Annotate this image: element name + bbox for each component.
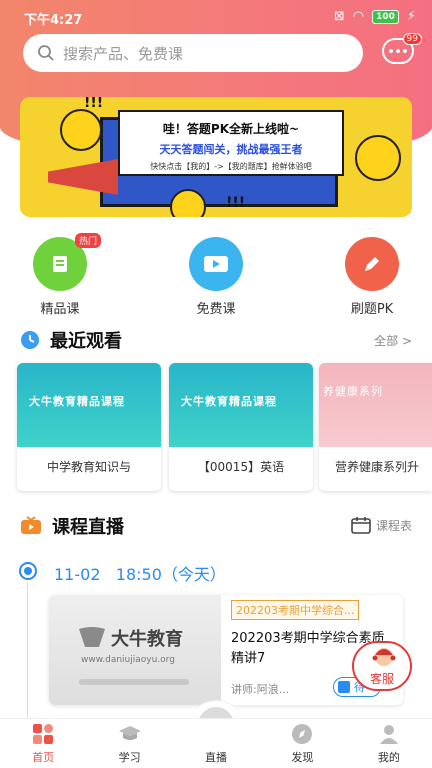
message-count-badge: 99 (402, 33, 422, 45)
live-title-text: 课程直播 (52, 517, 124, 538)
recent-course-card[interactable]: 大牛教育精品课程 【00015】英语 (169, 363, 313, 491)
course-caption: 【00015】英语 (197, 460, 285, 474)
thumbnail-title: 大牛教育精品课程 (181, 395, 277, 408)
banner-panel: 哇！答题PK全新上线啦~ 天天答题闯关，挑战最强王者 快快点击【我的】->【我的… (118, 110, 344, 176)
banner-exclaim: !!! (226, 195, 246, 211)
schedule-label: 课程表 (375, 518, 412, 533)
course-thumbnail: 养健康系列 (319, 363, 432, 447)
user-icon (346, 723, 432, 745)
book-icon: 热门 (33, 233, 101, 291)
wifi-icon: ◠ (352, 9, 365, 24)
quick-link-premium-courses[interactable]: 热门 精品课 (0, 233, 120, 317)
tv-icon (21, 516, 41, 534)
customer-service-label: 客服 (369, 672, 394, 686)
course-thumbnail: 大牛教育精品课程 (169, 363, 313, 447)
surprised-emoji-icon (355, 135, 401, 181)
megaphone-icon (48, 159, 118, 195)
schedule-button[interactable]: 课程表 (351, 516, 412, 534)
smiley-emoji-icon (170, 189, 206, 217)
course-tag: 202203考期中学综合... (231, 600, 360, 620)
tab-study[interactable]: 学习 (86, 719, 172, 768)
live-thumbnail: 大牛教育 www.daniujiaoyu.org (49, 595, 221, 705)
course-caption: 营养健康系列升 (335, 460, 420, 474)
clock-icon (21, 331, 39, 349)
tab-label: 直播 (205, 751, 228, 764)
video-play-icon (189, 237, 243, 291)
live-course-card[interactable]: 大牛教育 www.daniujiaoyu.org 202203考期中学综合...… (49, 595, 403, 705)
live-time: 18:50（今天） (115, 565, 226, 584)
live-brand-url: www.daniujiaoyu.org (81, 655, 175, 665)
recent-view-all-link[interactable]: 全部 > (374, 332, 412, 349)
search-icon (38, 45, 54, 61)
tab-live[interactable]: 直播 (173, 719, 259, 768)
recent-course-card[interactable]: 养健康系列 营养健康系列升 (319, 363, 432, 491)
course-caption: 中学教育知识与 (46, 460, 131, 474)
quick-link-quiz-pk[interactable]: 刷题PK (312, 237, 432, 317)
daniu-logo-icon (79, 627, 105, 647)
laughing-emoji-icon (60, 109, 102, 151)
recent-section-title: 最近观看 (20, 327, 122, 353)
timeline-dot-icon (19, 562, 37, 580)
bottom-tab-bar: 首页 学习 直播 发现 我的 (0, 718, 432, 768)
status-icons: ⊠ ◠ 100 ⚡ (334, 9, 416, 24)
search-placeholder: 搜索产品、免费课 (63, 44, 184, 63)
live-date: 11-02 (54, 565, 101, 584)
live-datetime: 11-02 18:50（今天） (54, 561, 226, 585)
tab-label: 我的 (377, 751, 400, 764)
live-brand: 大牛教育 (111, 629, 183, 650)
banner-exclaim: !!! (84, 97, 104, 111)
live-section-title: 课程直播 (20, 513, 124, 539)
quick-link-label: 免费课 (196, 302, 236, 317)
banner-subheadline: 天天答题闯关，挑战最强王者 (159, 143, 303, 156)
quick-link-label: 刷题PK (350, 302, 394, 317)
pencil-icon (345, 237, 399, 291)
promo-banner[interactable]: !!! !!! 哇！答题PK全新上线啦~ 天天答题闯关，挑战最强王者 快快点击【… (20, 97, 412, 217)
blurred-text (79, 679, 189, 685)
quick-link-label: 精品课 (40, 302, 80, 317)
alarm-icon: ⊠ (333, 9, 345, 24)
banner-instructions: 快快点击【我的】->【我的题库】抢鲜体验吧 (150, 162, 312, 171)
live-teacher: 讲师:阿浪... (231, 683, 290, 696)
messages-button[interactable]: 99 (382, 33, 422, 68)
status-time: 下午4:27 (24, 13, 83, 28)
status-bar: 下午4:27 ⊠ ◠ 100 ⚡ (0, 0, 432, 34)
play-icon (338, 681, 350, 693)
calendar-icon (351, 517, 371, 534)
banner-headline: 哇！答题PK全新上线啦~ (162, 122, 300, 136)
battery-indicator: 100 (372, 9, 399, 24)
thumbnail-title: 养健康系列 (323, 385, 383, 398)
recent-title-text: 最近观看 (50, 331, 122, 352)
tab-label: 发现 (291, 751, 314, 764)
tab-label: 首页 (32, 751, 55, 764)
quick-link-free-courses[interactable]: 免费课 (156, 237, 276, 317)
tab-home[interactable]: 首页 (0, 719, 86, 768)
charging-icon: ⚡ (406, 9, 416, 24)
thumbnail-title: 大牛教育精品课程 (29, 395, 125, 408)
tab-discover[interactable]: 发现 (259, 719, 345, 768)
home-grid-icon (0, 723, 86, 745)
hot-badge: 热门 (74, 233, 101, 248)
search-bar[interactable]: 搜索产品、免费课 (23, 34, 363, 72)
tab-label: 学习 (118, 751, 141, 764)
timeline-line (27, 582, 28, 722)
recent-course-card[interactable]: 大牛教育精品课程 中学教育知识与 (17, 363, 161, 491)
compass-icon (259, 723, 345, 745)
customer-service-button[interactable]: 客服 (352, 641, 412, 691)
graduation-cap-icon (86, 723, 172, 745)
course-thumbnail: 大牛教育精品课程 (17, 363, 161, 447)
support-avatar-icon (372, 648, 396, 666)
tab-profile[interactable]: 我的 (346, 719, 432, 768)
